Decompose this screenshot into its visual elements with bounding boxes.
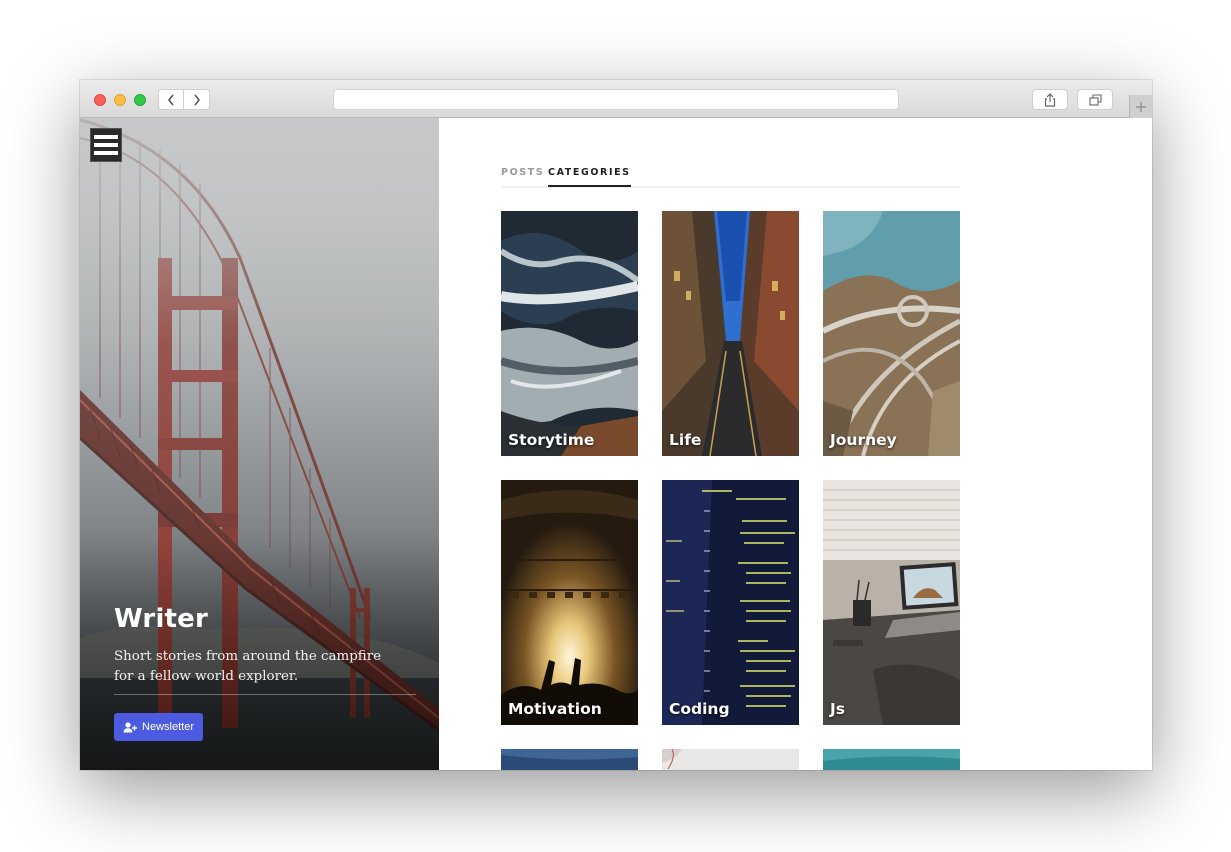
card-image — [501, 749, 638, 770]
content-tabs: POSTS CATEGORIES — [501, 164, 959, 188]
forward-button[interactable] — [184, 89, 210, 110]
category-label: Coding — [669, 700, 730, 718]
category-card-coding[interactable]: Coding — [662, 480, 799, 725]
category-card-partial[interactable] — [662, 749, 799, 770]
share-icon — [1044, 92, 1056, 107]
tab-posts[interactable]: POSTS — [501, 167, 544, 185]
desk-laptop-image — [823, 480, 960, 725]
site-tagline: Short stories from around the campfire f… — [114, 649, 382, 684]
category-card-partial[interactable] — [823, 749, 960, 770]
back-button[interactable] — [158, 89, 184, 110]
category-card-journey[interactable]: Journey — [823, 211, 960, 456]
browser-window: Writer Short stories from around the cam… — [80, 80, 1152, 770]
menu-button[interactable] — [90, 128, 122, 162]
newsletter-label: Newsletter — [142, 721, 194, 733]
category-card-storytime[interactable]: Storytime — [501, 211, 638, 456]
site-title: Writer — [114, 604, 209, 634]
newsletter-button[interactable]: Newsletter — [114, 713, 203, 741]
category-label: Journey — [830, 431, 897, 449]
browser-toolbar — [80, 80, 1152, 118]
category-label: Motivation — [508, 700, 602, 718]
card-image — [662, 749, 799, 770]
minimize-window-button[interactable] — [114, 94, 126, 106]
card-image — [823, 749, 960, 770]
chevron-right-icon — [193, 94, 200, 105]
narrow-street-image — [662, 211, 799, 456]
chevron-left-icon — [167, 94, 174, 105]
tabs-overview-icon — [1088, 93, 1102, 106]
hero-panel: Writer Short stories from around the cam… — [80, 118, 439, 770]
main-content: POSTS CATEGORIES Storytime Life Journey … — [439, 118, 1152, 770]
ocean-waves-image — [501, 211, 638, 456]
show-tabs-button[interactable] — [1077, 89, 1113, 110]
hamburger-icon-bar — [94, 151, 118, 155]
code-screen-image — [662, 480, 799, 725]
concert-crowd-image — [501, 480, 638, 725]
tab-categories[interactable]: CATEGORIES — [548, 167, 631, 187]
category-label: Life — [669, 431, 702, 449]
category-card-life[interactable]: Life — [662, 211, 799, 456]
hamburger-icon-bar — [94, 143, 118, 147]
category-card-partial[interactable] — [501, 749, 638, 770]
hamburger-icon-bar — [94, 135, 118, 139]
close-window-button[interactable] — [94, 94, 106, 106]
zoom-window-button[interactable] — [134, 94, 146, 106]
divider — [114, 694, 416, 695]
address-bar[interactable] — [333, 89, 899, 110]
aerial-highway-image — [823, 211, 960, 456]
share-button[interactable] — [1032, 89, 1068, 110]
new-tab-button[interactable] — [1129, 95, 1152, 118]
add-user-icon — [123, 721, 138, 732]
category-card-js[interactable]: Js — [823, 480, 960, 725]
category-label: Storytime — [508, 431, 595, 449]
plus-icon — [1136, 101, 1146, 112]
category-label: Js — [830, 700, 845, 718]
category-card-motivation[interactable]: Motivation — [501, 480, 638, 725]
